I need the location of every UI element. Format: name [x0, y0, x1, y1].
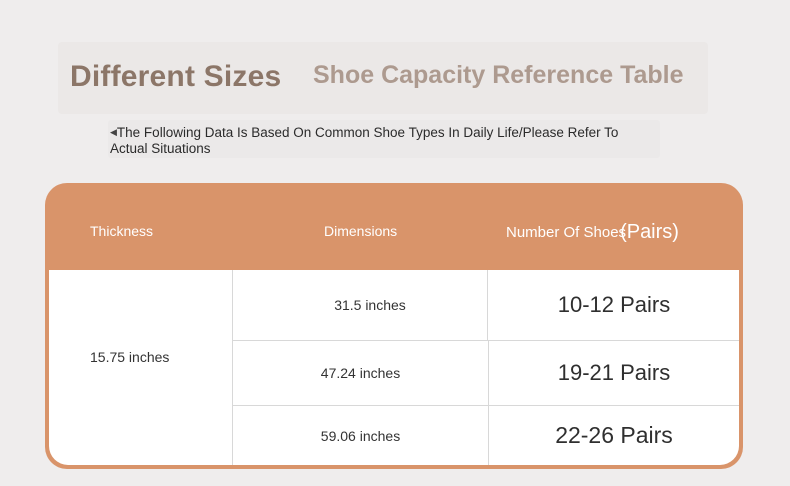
header-number-of-shoes: Number Of Shoes(Pairs)	[506, 221, 679, 244]
dimension-cell: 31.5 inches	[233, 270, 488, 340]
header-number-suffix: (Pairs)	[620, 221, 679, 243]
thickness-value: 15.75 inches	[90, 349, 170, 365]
pairs-cell: 10-12 Pairs	[557, 292, 671, 317]
table-row: 47.24 inches 19-21 Pairs	[233, 341, 739, 406]
page-subtitle: Shoe Capacity Reference Table	[313, 61, 684, 89]
dimension-cell: 47.24 inches	[233, 341, 489, 405]
left-triangle-icon: ◀	[110, 127, 117, 137]
table-row: 31.5 inches 10-12 Pairs	[233, 270, 739, 341]
dimension-cell: 59.06 inches	[233, 406, 489, 465]
header-dimensions: Dimensions	[324, 223, 398, 239]
header-thickness: Thickness	[90, 223, 154, 239]
note: ◀The Following Data Is Based On Common S…	[110, 124, 650, 157]
capacity-table: Thickness Dimensions Number Of Shoes(Pai…	[45, 183, 743, 469]
pairs-cell: 19-21 Pairs	[557, 360, 671, 385]
table-row: 59.06 inches 22-26 Pairs	[233, 406, 739, 465]
header-number-label: Number Of Shoes	[506, 224, 627, 241]
table-body: 15.75 inches 31.5 inches 10-12 Pairs 47.…	[49, 270, 739, 465]
table-header: Thickness Dimensions Number Of Shoes(Pai…	[45, 183, 743, 270]
pairs-cell: 22-26 Pairs	[555, 422, 673, 448]
note-text: The Following Data Is Based On Common Sh…	[110, 125, 619, 156]
thickness-cell: 15.75 inches	[49, 270, 233, 465]
page-title: Different Sizes	[70, 60, 282, 93]
